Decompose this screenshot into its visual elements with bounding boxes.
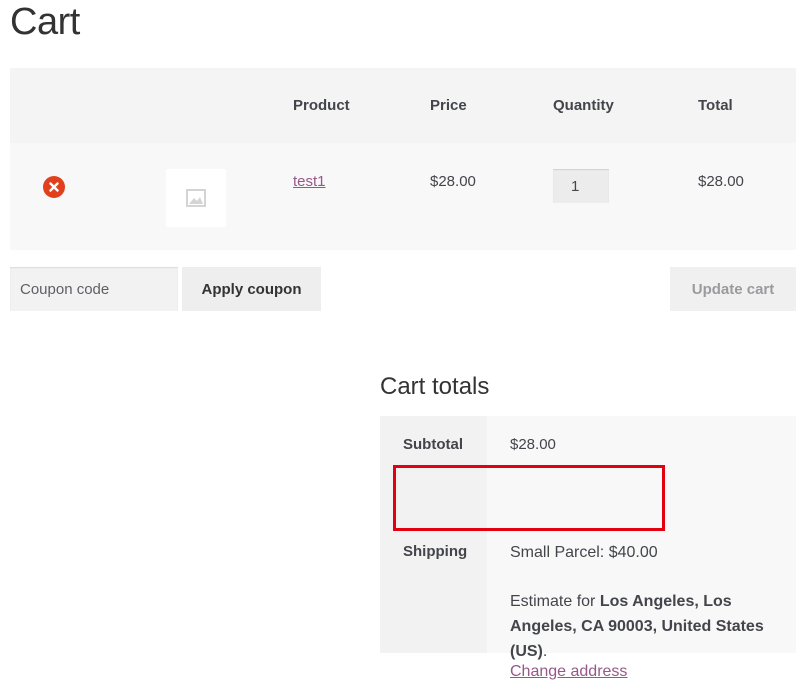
header-product: Product (293, 97, 350, 114)
cart-totals-table: Subtotal $28.00 Shipping Small Parcel: $… (380, 416, 796, 680)
subtotal-value: $28.00 (487, 416, 796, 466)
header-price: Price (430, 97, 467, 114)
image-placeholder-icon (186, 189, 206, 207)
cart-totals-title: Cart totals (380, 373, 490, 400)
cart-table-header: Product Price Quantity Total (10, 68, 796, 143)
apply-coupon-button[interactable]: Apply coupon (182, 267, 321, 311)
coupon-code-input[interactable] (10, 267, 178, 311)
page-title: Cart (10, 1, 80, 43)
product-link[interactable]: test1 (293, 173, 326, 190)
product-price: $28.00 (430, 173, 476, 190)
shipping-label: Shipping (380, 466, 487, 653)
remove-x-icon (49, 182, 59, 192)
quantity-input[interactable] (553, 169, 609, 203)
change-address-link[interactable]: Change address (510, 663, 627, 681)
header-total: Total (698, 97, 733, 114)
shipping-row: Shipping Small Parcel: $40.00 Estimate f… (380, 466, 796, 680)
shipping-value: Small Parcel: $40.00 (510, 544, 658, 561)
product-subtotal: $28.00 (698, 173, 744, 190)
table-row: test1 $28.00 $28.00 (10, 143, 796, 250)
estimate-prefix: Estimate for (510, 593, 600, 610)
estimate-suffix: . (542, 643, 548, 660)
header-quantity: Quantity (553, 97, 614, 114)
update-cart-button[interactable]: Update cart (670, 267, 796, 311)
subtotal-row: Subtotal $28.00 (380, 416, 796, 466)
cart-table: Product Price Quantity Total test1 $28.0… (10, 68, 796, 250)
remove-item-button[interactable] (43, 176, 65, 198)
subtotal-label: Subtotal (380, 416, 487, 466)
product-thumbnail[interactable] (166, 169, 226, 227)
